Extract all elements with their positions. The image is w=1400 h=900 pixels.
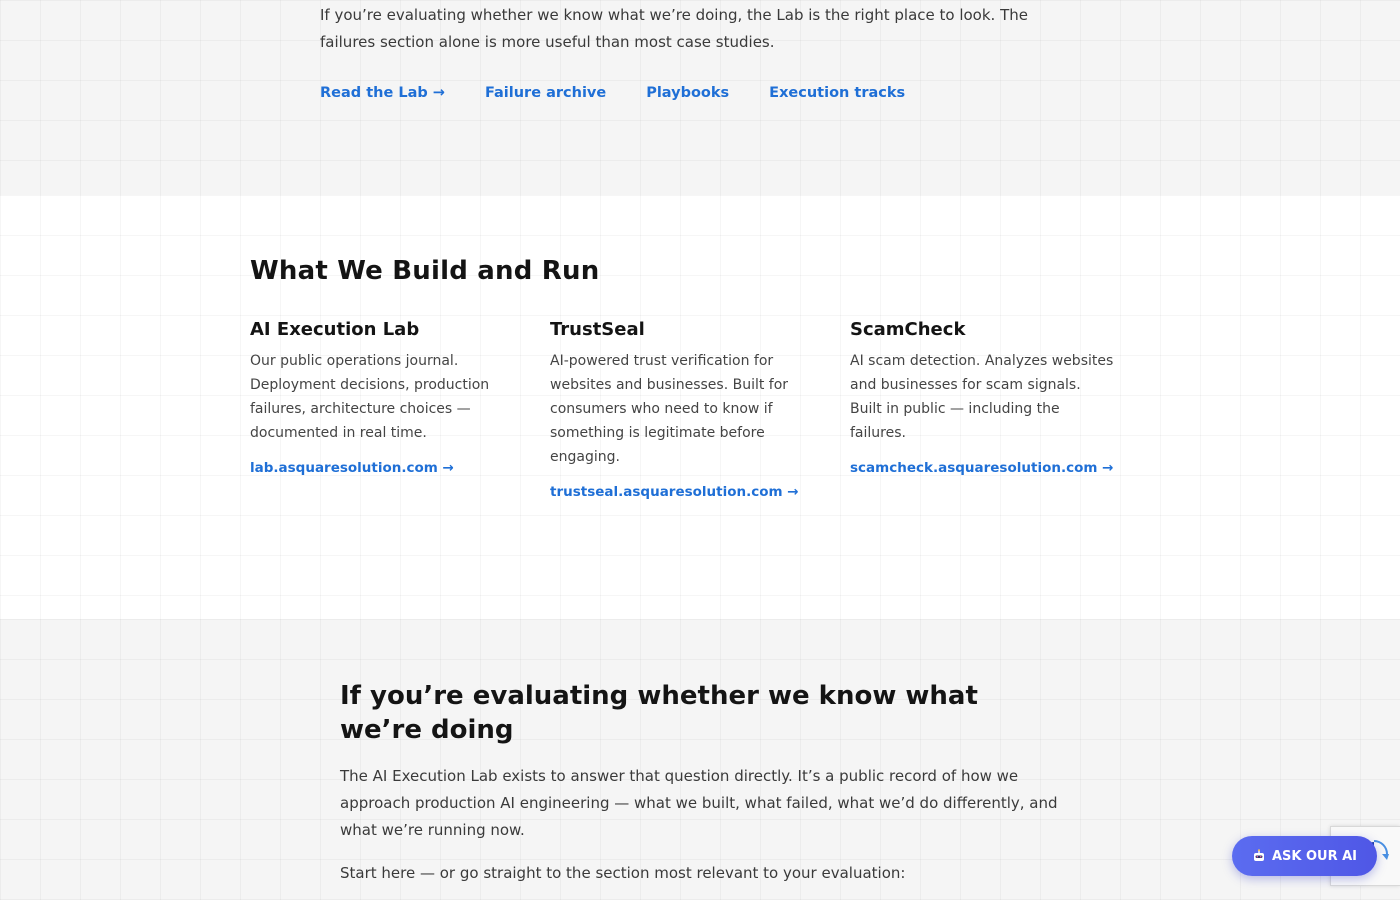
evaluation-heading: If you’re evaluating whether we know wha… [340, 681, 978, 745]
build-and-run-section: What We Build and Run AI Execution Lab O… [0, 195, 1400, 619]
ask-our-ai-label: ASK OUR AI [1271, 848, 1358, 864]
product-card-title: ScamCheck [850, 319, 966, 340]
robot-icon [1252, 849, 1266, 863]
lab-intro-section: If you’re evaluating whether we know wha… [0, 0, 1400, 195]
scamcheck-site-link[interactable]: scamcheck.asquaresolution.com → [850, 460, 1113, 476]
product-card-description: AI scam detection. Analyzes websites and… [850, 353, 1114, 441]
playbooks-link[interactable]: Playbooks [646, 85, 729, 101]
read-the-lab-link[interactable]: Read the Lab → [320, 85, 445, 101]
lab-site-link[interactable]: lab.asquaresolution.com → [250, 460, 454, 476]
lab-links: Read the Lab → Failure archive Playbooks… [320, 85, 905, 101]
failure-archive-link[interactable]: Failure archive [485, 85, 606, 101]
product-card-ai-execution-lab: AI Execution Lab Our public operations j… [250, 319, 550, 500]
evaluation-section: If you’re evaluating whether we know wha… [0, 619, 1400, 900]
product-cards: AI Execution Lab Our public operations j… [250, 319, 1150, 500]
product-card-scamcheck: ScamCheck AI scam detection. Analyzes we… [850, 319, 1150, 500]
build-section-heading: What We Build and Run [250, 256, 600, 286]
trustseal-site-link[interactable]: trustseal.asquaresolution.com → [550, 484, 799, 500]
product-card-title: TrustSeal [550, 319, 645, 340]
evaluation-start-text: Start here — or go straight to the secti… [340, 864, 906, 882]
lab-intro-text: If you’re evaluating whether we know wha… [320, 6, 1028, 51]
product-card-description: AI-powered trust verification for websit… [550, 353, 789, 465]
product-card-trustseal: TrustSeal AI-powered trust verification … [550, 319, 850, 500]
product-card-description: Our public operations journal. Deploymen… [250, 353, 490, 441]
execution-tracks-link[interactable]: Execution tracks [769, 85, 905, 101]
ask-our-ai-button[interactable]: ASK OUR AI [1232, 836, 1377, 876]
product-card-title: AI Execution Lab [250, 319, 420, 340]
evaluation-body: The AI Execution Lab exists to answer th… [340, 767, 1058, 839]
